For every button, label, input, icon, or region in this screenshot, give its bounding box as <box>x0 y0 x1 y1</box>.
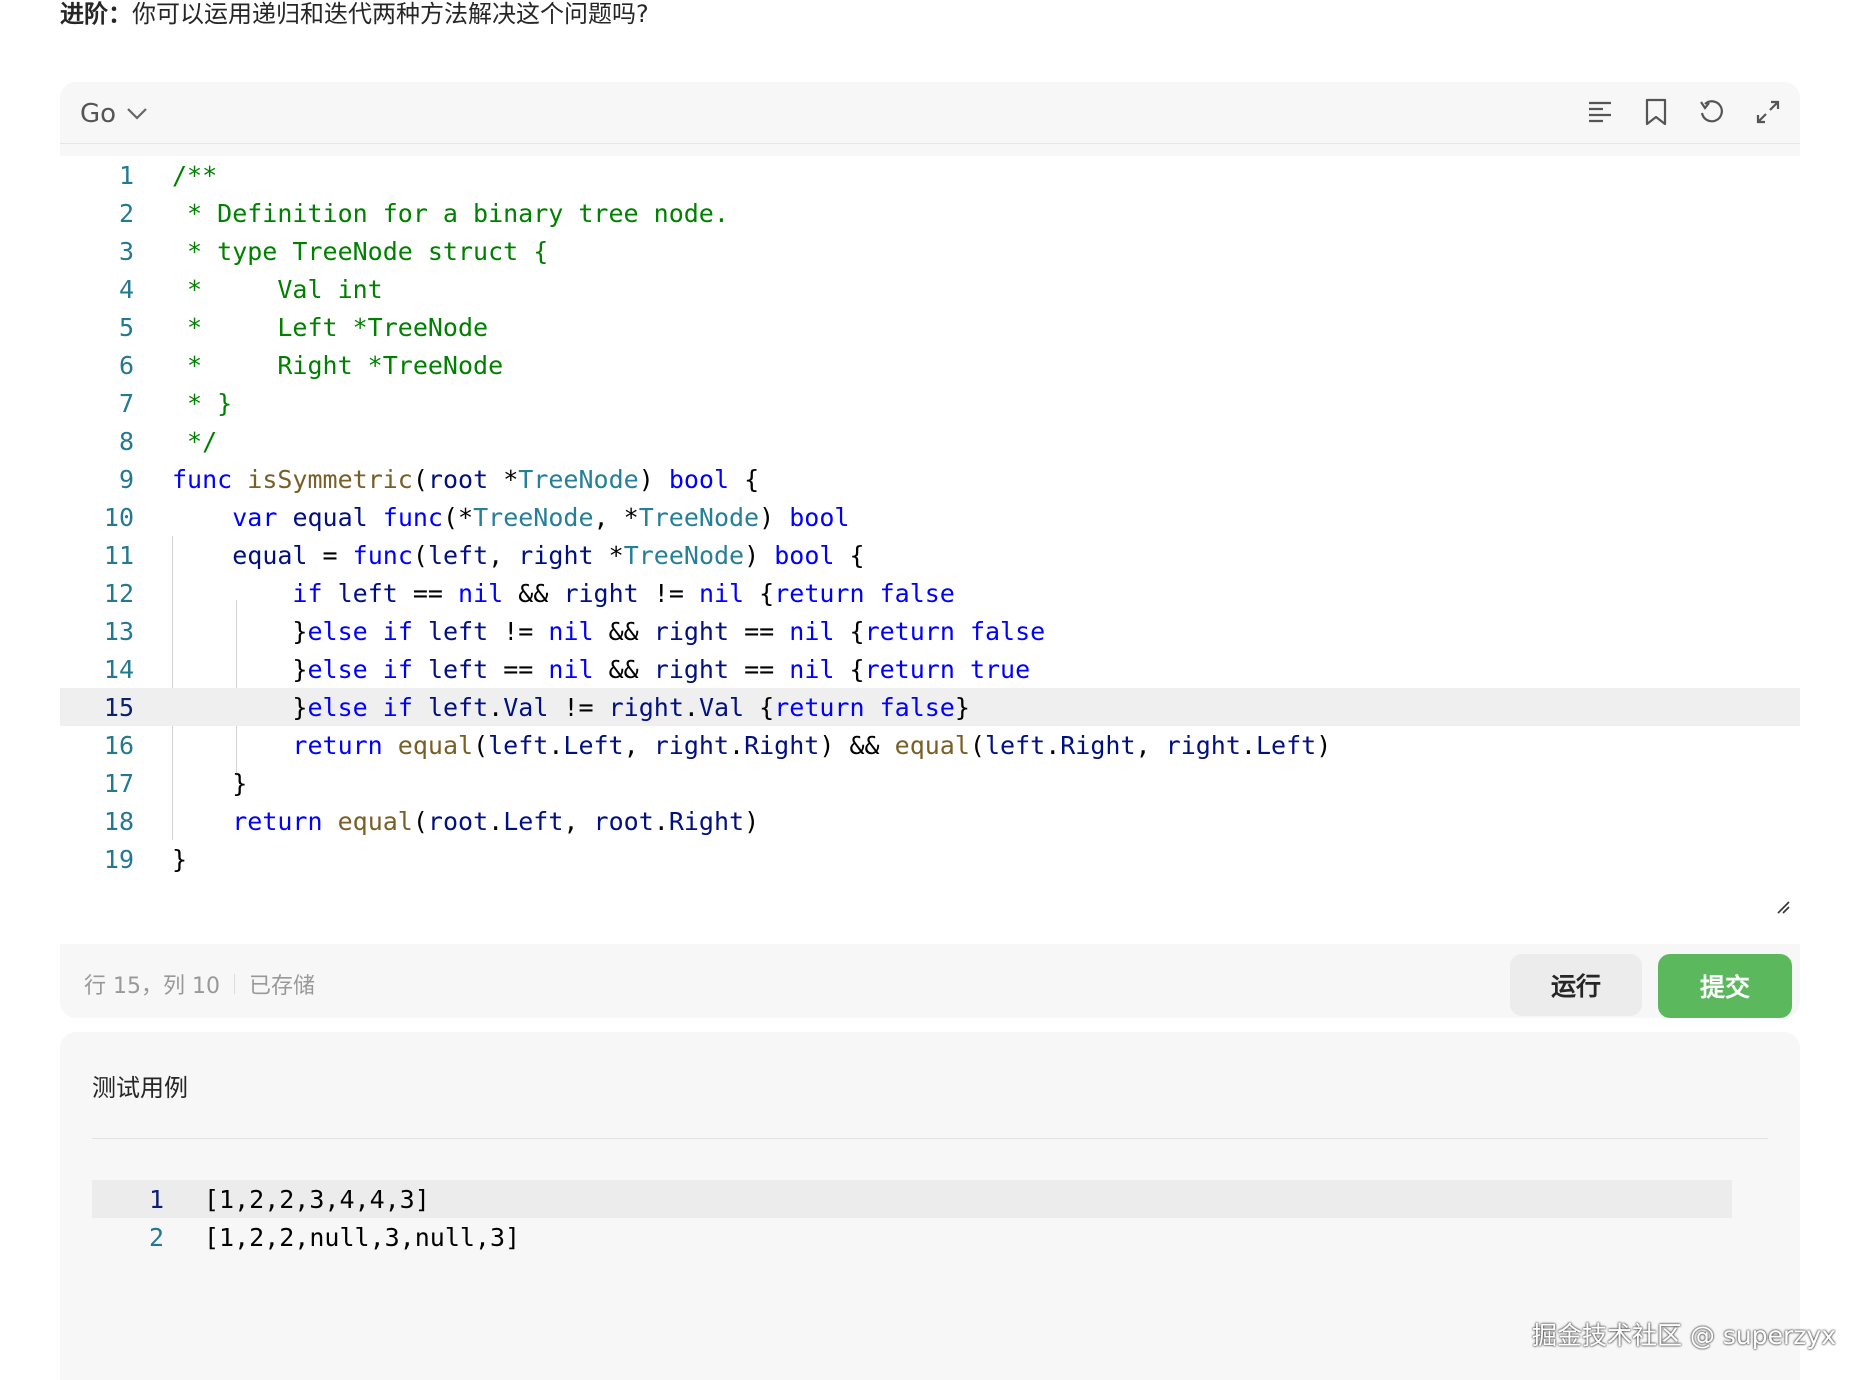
toolbar-icons <box>1584 96 1784 128</box>
testcase-value: [1,2,2,3,4,4,3] <box>204 1184 430 1214</box>
code-text: equal = func(left, right *TreeNode) bool… <box>232 540 865 570</box>
code-text: return equal(left.Left, right.Right) && … <box>292 730 1332 760</box>
code-text: * Right *TreeNode <box>172 350 504 380</box>
code-line[interactable]: 7 * } <box>60 384 1800 422</box>
testcase-line[interactable]: 2 [1,2,2,null,3,null,3] <box>92 1218 1732 1256</box>
line-number: 15 <box>103 692 134 722</box>
code-text: if left == nil && right != nil {return f… <box>292 578 955 608</box>
code-text: /** <box>172 160 218 190</box>
code-text: * type TreeNode struct { <box>172 236 549 266</box>
code-line[interactable]: 5 * Left *TreeNode <box>60 308 1800 346</box>
line-number: 8 <box>118 426 134 456</box>
status-bar: 行 15，列 10 已存储 运行 提交 <box>60 944 1800 1018</box>
code-line[interactable]: 10 var equal func(*TreeNode, *TreeNode) … <box>60 498 1800 536</box>
code-text: }else if left == nil && right == nil {re… <box>292 654 1031 684</box>
line-number: 11 <box>103 540 134 570</box>
language-select[interactable]: Go <box>80 97 148 131</box>
advance-label: 进阶： <box>60 0 132 28</box>
fullscreen-icon[interactable] <box>1752 96 1784 128</box>
line-number: 4 <box>118 274 134 304</box>
code-lines: 1 /** 2 * Definition for a binary tree nod… <box>60 156 1800 878</box>
line-number: 5 <box>118 312 134 342</box>
code-text: */ <box>172 426 218 456</box>
code-line[interactable]: 3 * type TreeNode struct { <box>60 232 1800 270</box>
line-number: 3 <box>118 236 134 266</box>
line-number: 14 <box>103 654 134 684</box>
code-text: }else if left.Val != right.Val {return f… <box>292 692 970 722</box>
line-number: 16 <box>103 730 134 760</box>
code-text: func isSymmetric(root *TreeNode) bool { <box>172 464 760 494</box>
code-line[interactable]: 12 if left == nil && right != nil {retur… <box>60 574 1800 612</box>
code-line[interactable]: 4 * Val int <box>60 270 1800 308</box>
code-text: * Val int <box>172 274 383 304</box>
language-label: Go <box>80 99 117 129</box>
advance-question: 进阶：你可以运用递归和迭代两种方法解决这个问题吗? <box>60 0 649 30</box>
editor-toolbar: Go <box>60 82 1800 144</box>
code-text: } <box>232 768 248 798</box>
line-number: 10 <box>103 502 134 532</box>
code-text: * } <box>172 388 233 418</box>
code-area[interactable]: 1 /** 2 * Definition for a binary tree nod… <box>60 156 1800 956</box>
code-line[interactable]: 15 }else if left.Val != right.Val {retur… <box>60 688 1800 726</box>
code-line[interactable]: 11 equal = func(left, right *TreeNode) b… <box>60 536 1800 574</box>
status-text: 行 15，列 10 已存储 <box>84 968 315 1000</box>
line-number: 9 <box>118 464 134 494</box>
code-text: var equal func(*TreeNode, *TreeNode) boo… <box>232 502 850 532</box>
run-button[interactable]: 运行 <box>1510 954 1642 1016</box>
code-line[interactable]: 13 }else if left != nil && right == nil … <box>60 612 1800 650</box>
submit-button[interactable]: 提交 <box>1658 954 1792 1018</box>
code-text: * Definition for a binary tree node. <box>172 198 729 228</box>
line-number: 19 <box>103 844 134 874</box>
line-number: 12 <box>103 578 134 608</box>
code-text: } <box>172 844 188 874</box>
line-number: 13 <box>103 616 134 646</box>
reset-icon[interactable] <box>1696 96 1728 128</box>
line-number: 1 <box>148 1184 164 1214</box>
bookmark-icon[interactable] <box>1640 96 1672 128</box>
line-number: 6 <box>118 350 134 380</box>
testcase-divider <box>92 1138 1768 1139</box>
testcase-value: [1,2,2,null,3,null,3] <box>204 1222 521 1252</box>
code-text: }else if left != nil && right == nil {re… <box>292 616 1046 646</box>
line-number: 2 <box>148 1222 164 1252</box>
format-icon[interactable] <box>1584 96 1616 128</box>
code-line[interactable]: 17 } <box>60 764 1800 802</box>
line-number: 17 <box>103 768 134 798</box>
code-line[interactable]: 16 return equal(left.Left, right.Right) … <box>60 726 1800 764</box>
code-text: * Left *TreeNode <box>172 312 489 342</box>
code-line[interactable]: 2 * Definition for a binary tree node. <box>60 194 1800 232</box>
code-line[interactable]: 14 }else if left == nil && right == nil … <box>60 650 1800 688</box>
status-divider <box>233 974 235 994</box>
cursor-position: 行 15，列 10 <box>84 974 220 999</box>
line-number: 2 <box>118 198 134 228</box>
testcase-editor[interactable]: 1 [1,2,2,3,4,4,3] 2 [1,2,2,null,3,null,3] <box>92 1180 1732 1256</box>
line-number: 7 <box>118 388 134 418</box>
testcase-title: 测试用例 <box>92 1074 188 1102</box>
code-line[interactable]: 19} <box>60 840 1800 878</box>
testcase-line[interactable]: 1 [1,2,2,3,4,4,3] <box>92 1180 1732 1218</box>
advance-text: 你可以运用递归和迭代两种方法解决这个问题吗? <box>132 0 649 28</box>
code-line[interactable]: 6 * Right *TreeNode <box>60 346 1800 384</box>
code-text: return equal(root.Left, root.Right) <box>232 806 760 836</box>
code-line[interactable]: 8 */ <box>60 422 1800 460</box>
watermark: 掘金技术社区 @ superzyx <box>1531 1321 1836 1350</box>
code-line[interactable]: 9 func isSymmetric(root *TreeNode) bool { <box>60 460 1800 498</box>
saved-status: 已存储 <box>248 974 315 999</box>
chevron-down-icon <box>127 108 147 120</box>
line-number: 18 <box>103 806 134 836</box>
code-line[interactable]: 18 return equal(root.Left, root.Right) <box>60 802 1800 840</box>
code-editor: Go 1 /** 2 * Definition for a binary tree … <box>60 82 1800 1018</box>
line-number: 1 <box>118 160 134 190</box>
resize-handle-icon[interactable] <box>1776 900 1790 914</box>
code-line[interactable]: 1 /** <box>60 156 1800 194</box>
